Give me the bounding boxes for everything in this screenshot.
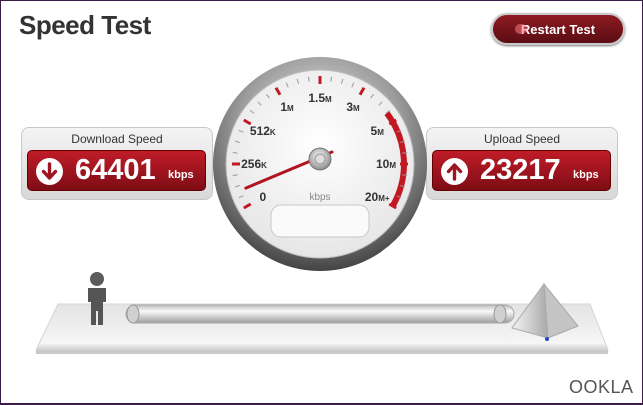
gauge-minor-tick bbox=[232, 152, 238, 154]
gauge-minor-tick bbox=[330, 76, 332, 82]
download-label: Download Speed bbox=[71, 132, 163, 146]
ookla-logo-text: OOKLA bbox=[569, 377, 634, 397]
gauge-minor-tick bbox=[232, 174, 238, 176]
upload-readout: 23217 kbps bbox=[432, 150, 611, 191]
restart-test-button[interactable]: Restart Test bbox=[491, 13, 625, 45]
gauge-hub-cap bbox=[314, 153, 326, 165]
gauge-readout-window bbox=[270, 204, 370, 238]
upload-label: Upload Speed bbox=[483, 132, 561, 146]
download-readout: 64401 kbps bbox=[27, 150, 206, 191]
download-value: 64401 bbox=[75, 154, 156, 186]
download-unit: kbps bbox=[168, 169, 194, 181]
server-indicator-dot bbox=[545, 337, 549, 341]
button-highlight bbox=[515, 24, 527, 34]
progress-tube bbox=[125, 304, 515, 324]
gauge-minor-tick bbox=[308, 76, 310, 82]
progress-scene bbox=[35, 272, 609, 354]
restart-test-label: Restart Test bbox=[520, 21, 596, 37]
download-arrow-icon bbox=[36, 158, 63, 185]
upload-arrow-icon bbox=[441, 158, 468, 185]
download-panel: Download Speed 64401 kbps bbox=[21, 127, 213, 200]
ookla-logo: OOKLA bbox=[569, 377, 634, 398]
upload-panel: Upload Speed 23217 kbps bbox=[426, 127, 618, 200]
gauge-minor-tick bbox=[402, 174, 408, 176]
page-title: Speed Test bbox=[19, 10, 151, 40]
tube-left-cap bbox=[126, 304, 140, 324]
gauge-unit-label: kbps bbox=[309, 192, 330, 203]
upload-unit: kbps bbox=[573, 169, 599, 181]
gauge-minor-tick bbox=[402, 152, 408, 154]
tube-right-cap bbox=[493, 304, 507, 324]
platform-edge bbox=[36, 350, 608, 354]
upload-value: 23217 bbox=[480, 154, 561, 186]
speed-gauge: 0256K512K1M1.5M3M5M10M20M+ kbps bbox=[213, 57, 427, 271]
gauge-tick-label: 0 bbox=[259, 190, 266, 204]
